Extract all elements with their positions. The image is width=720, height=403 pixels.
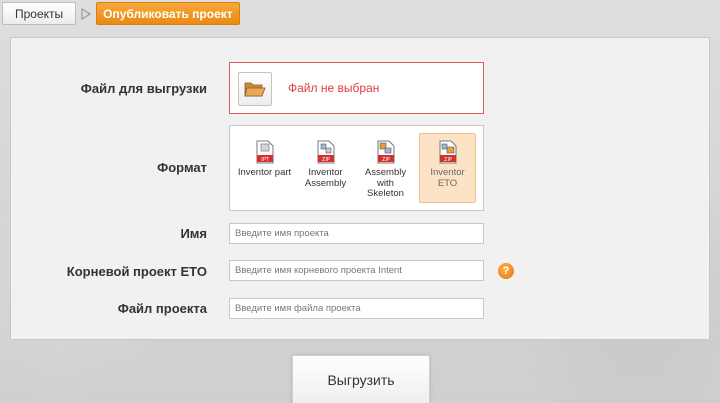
format-selector: IPT Inventor part ZIP Inventor Assembly … bbox=[229, 125, 484, 211]
name-label: Имя bbox=[180, 226, 207, 241]
format-option-inventor-eto[interactable]: ZIP Inventor ETO bbox=[419, 133, 476, 203]
format-label-inventor-eto: Inventor ETO bbox=[430, 167, 465, 189]
format-option-inventor-part[interactable]: IPT Inventor part bbox=[236, 133, 293, 203]
breadcrumb: Проекты Опубликовать проект bbox=[2, 2, 240, 25]
file-status: Файл не выбран bbox=[288, 81, 380, 95]
format-label-assembly-skeleton: Assembly with Skeleton bbox=[364, 167, 407, 199]
file-chooser[interactable]: Файл не выбран bbox=[229, 62, 484, 114]
format-label: Формат bbox=[157, 160, 207, 175]
inventor-part-icon: IPT bbox=[256, 140, 273, 164]
folder-icon bbox=[244, 82, 266, 97]
help-icon[interactable]: ? bbox=[498, 263, 514, 279]
format-label-inventor-assembly: Inventor Assembly bbox=[304, 167, 347, 189]
upload-button[interactable]: Выгрузить bbox=[292, 355, 430, 403]
format-option-assembly-skeleton[interactable]: ZIP Assembly with Skeleton bbox=[357, 133, 414, 203]
format-label-inventor-part: Inventor part bbox=[237, 167, 292, 178]
root-project-input[interactable] bbox=[229, 260, 484, 281]
format-badge: ZIP bbox=[322, 157, 330, 163]
breadcrumb-publish-project[interactable]: Опубликовать проект bbox=[96, 2, 240, 25]
format-option-inventor-assembly[interactable]: ZIP Inventor Assembly bbox=[297, 133, 354, 203]
upload-panel: Файл для выгрузки Файл не выбран Формат … bbox=[10, 37, 710, 340]
format-badge: ZIP bbox=[382, 157, 390, 163]
project-file-input[interactable] bbox=[229, 298, 484, 319]
format-badge: ZIP bbox=[444, 157, 452, 163]
breadcrumb-projects[interactable]: Проекты bbox=[2, 2, 77, 25]
breadcrumb-arrow-icon bbox=[76, 2, 96, 25]
root-project-label: Корневой проект ETO bbox=[66, 264, 207, 279]
project-name-input[interactable] bbox=[229, 223, 484, 244]
inventor-assembly-icon: ZIP bbox=[317, 140, 334, 164]
assembly-skeleton-icon: ZIP bbox=[377, 140, 394, 164]
file-label: Файл для выгрузки bbox=[80, 81, 207, 96]
open-folder-button[interactable] bbox=[238, 72, 272, 106]
project-file-label: Файл проекта bbox=[117, 301, 207, 316]
format-badge: IPT bbox=[261, 157, 269, 163]
inventor-eto-icon: ZIP bbox=[439, 140, 456, 164]
